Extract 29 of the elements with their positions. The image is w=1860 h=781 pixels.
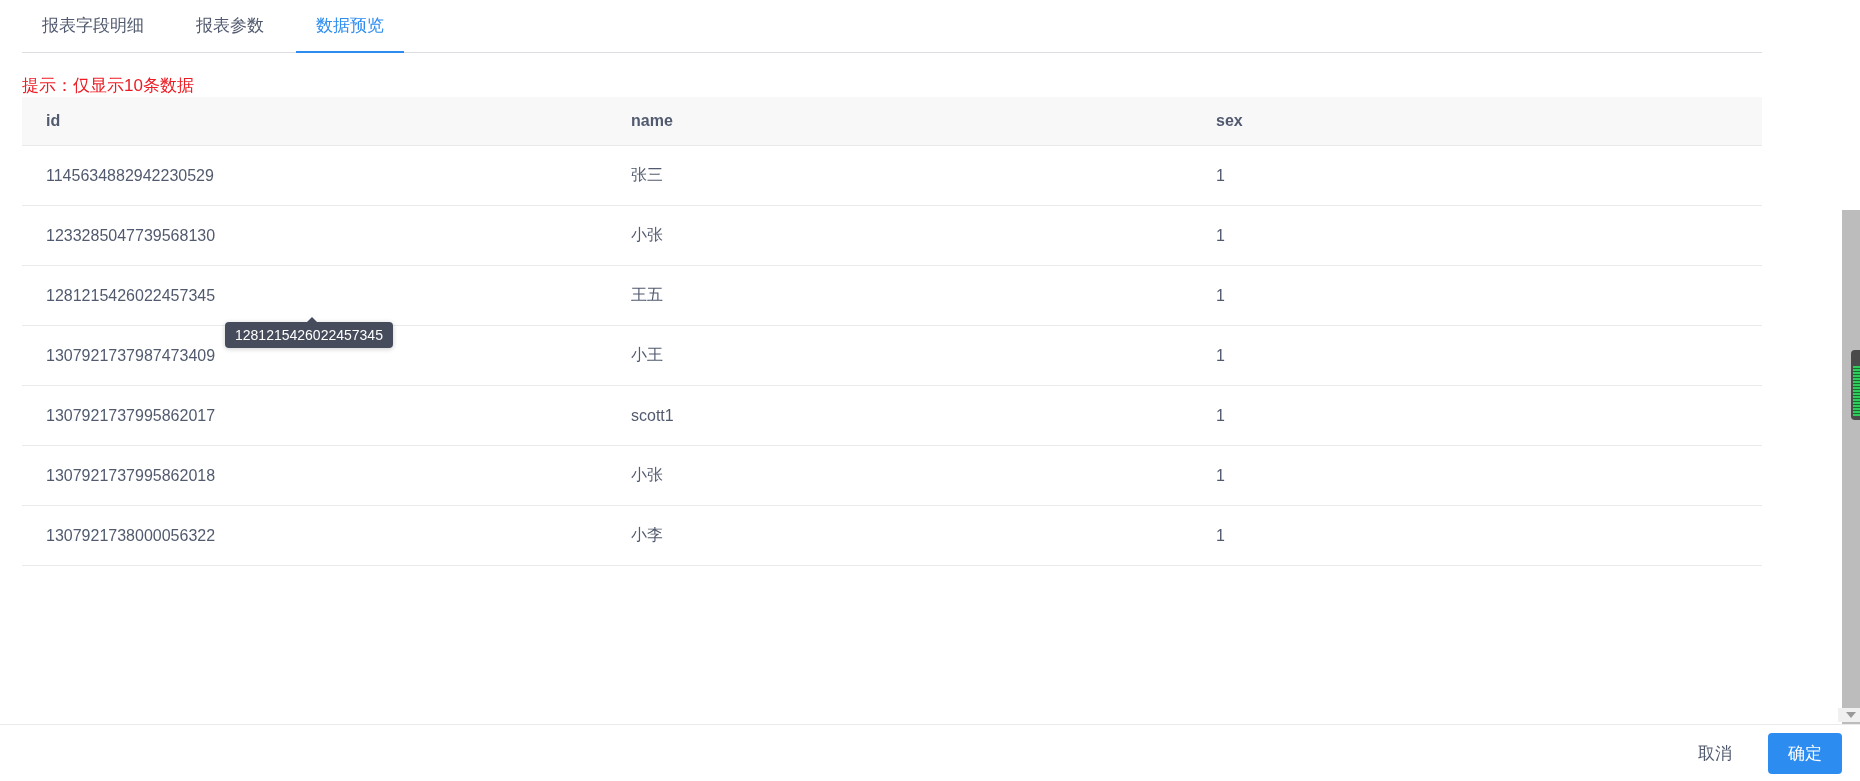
table-cell: 1 bbox=[1216, 466, 1225, 484]
table-cell: 1 bbox=[1216, 526, 1225, 544]
tab[interactable]: 报表参数 bbox=[176, 0, 284, 53]
table-cell: scott1 bbox=[631, 406, 674, 424]
table-cell: 张三 bbox=[631, 166, 663, 183]
column-header: sex bbox=[1215, 112, 1244, 130]
table-cell: 1307921737995862017 bbox=[46, 406, 216, 424]
table-cell: 1307921738000056322 bbox=[46, 526, 216, 544]
table-cell: 1 bbox=[1216, 406, 1225, 424]
hint-text: 提示：仅显示10条数据 bbox=[22, 75, 195, 97]
column-header: id bbox=[45, 112, 62, 130]
table-cell: 1307921737995862018 bbox=[46, 466, 216, 484]
table-cell: 王五 bbox=[631, 286, 663, 303]
tab[interactable]: 报表字段明细 bbox=[22, 0, 164, 53]
table-cell: 小张 bbox=[631, 466, 663, 483]
tab[interactable]: 数据预览 bbox=[296, 0, 404, 53]
table-cell: 1 bbox=[1216, 166, 1225, 184]
cancel-button[interactable]: 取消 bbox=[1678, 733, 1752, 773]
table-cell: 小王 bbox=[631, 346, 663, 363]
table-cell: 小张 bbox=[631, 226, 663, 243]
table-cell: 1307921737987473409 bbox=[46, 346, 216, 364]
column-header: name bbox=[630, 112, 674, 130]
table-cell: 1145634882942230529 bbox=[46, 166, 214, 184]
table-cell: 1 bbox=[1216, 286, 1225, 304]
table-cell: 1281215426022457345 bbox=[46, 286, 216, 304]
table-cell: 1 bbox=[1216, 226, 1225, 244]
table-cell: 1233285047739568130 bbox=[46, 226, 216, 244]
table-cell: 1 bbox=[1216, 346, 1225, 364]
table-cell: 小李 bbox=[631, 526, 663, 543]
